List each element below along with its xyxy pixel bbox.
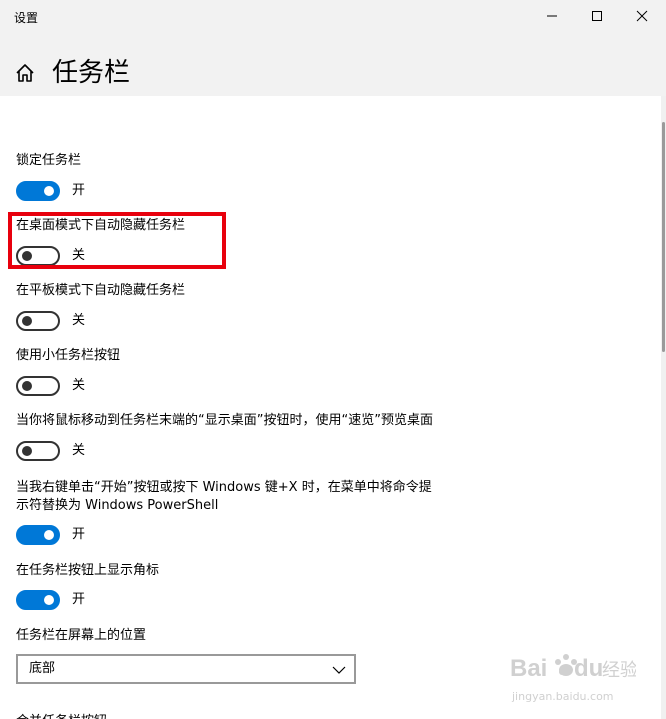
- setting-label-badges: 在任务栏按钮上显示角标: [16, 563, 160, 578]
- state-label-badges: 开: [72, 592, 86, 607]
- state-label-powershell: 开: [72, 527, 86, 542]
- setting-label-peek: 当你将鼠标移动到任务栏末端的“显示桌面”按钮时，使用“速览”预览桌面: [16, 413, 433, 428]
- setting-label-lock-taskbar: 锁定任务栏: [16, 153, 82, 168]
- close-button[interactable]: [620, 0, 664, 32]
- setting-label-powershell-line2: 示符替换为 Windows PowerShell: [16, 498, 219, 513]
- setting-label-small-buttons: 使用小任务栏按钮: [16, 348, 121, 363]
- setting-label-powershell-line1: 当我右键单击“开始”按钮或按下 Windows 键+X 时，在菜单中将命令提: [16, 480, 432, 495]
- toggle-knob: [44, 595, 54, 605]
- watermark-brand: Bai: [510, 655, 547, 682]
- position-label: 任务栏在屏幕上的位置: [16, 628, 147, 643]
- toggle-knob: [44, 530, 54, 540]
- state-label-lock-taskbar: 开: [72, 183, 86, 198]
- close-icon: [636, 10, 648, 22]
- toggle-knob: [22, 316, 32, 326]
- page-header: 任务栏: [0, 36, 666, 96]
- toggle-lock-taskbar[interactable]: [16, 181, 60, 201]
- next-section-heading: 合并任务栏按钮: [16, 710, 107, 719]
- toggle-knob: [22, 381, 32, 391]
- baidu-watermark: Bai du 经验 jingyan.baidu.com: [510, 654, 636, 703]
- home-button[interactable]: [14, 62, 36, 84]
- page-title: 任务栏: [52, 58, 131, 88]
- watermark-suffix: 经验: [602, 660, 636, 681]
- maximize-icon: [592, 11, 602, 21]
- minimize-button[interactable]: [530, 0, 574, 32]
- scrollbar-thumb[interactable]: [662, 122, 665, 352]
- settings-window: 设置 任务栏 锁定任务栏 开 在桌面模式下自动隐藏任务栏 关 在平板模式下自动隐…: [0, 0, 666, 719]
- toggle-peek[interactable]: [16, 441, 60, 461]
- highlight-annotation: [8, 212, 226, 269]
- toggle-knob: [44, 186, 54, 196]
- toggle-badges[interactable]: [16, 590, 60, 610]
- state-label-small-buttons: 关: [72, 378, 86, 393]
- watermark-brand2: du: [574, 655, 603, 682]
- toggle-knob: [22, 446, 32, 456]
- watermark-url: jingyan.baidu.com: [511, 690, 614, 703]
- setting-label-autohide-tablet: 在平板模式下自动隐藏任务栏: [16, 283, 186, 298]
- state-label-autohide-tablet: 关: [72, 313, 86, 328]
- toggle-small-buttons[interactable]: [16, 376, 60, 396]
- home-icon: [16, 64, 34, 82]
- vertical-scrollbar[interactable]: [661, 96, 666, 719]
- toggle-autohide-tablet[interactable]: [16, 311, 60, 331]
- position-dropdown[interactable]: 底部: [16, 654, 356, 684]
- position-selected-value: 底部: [29, 661, 56, 676]
- chevron-down-icon: [332, 666, 346, 674]
- app-title: 设置: [14, 11, 39, 25]
- minimize-icon: [547, 15, 557, 17]
- title-bar: 设置: [0, 0, 666, 36]
- maximize-button[interactable]: [575, 0, 619, 32]
- toggle-powershell[interactable]: [16, 525, 60, 545]
- state-label-peek: 关: [72, 443, 86, 458]
